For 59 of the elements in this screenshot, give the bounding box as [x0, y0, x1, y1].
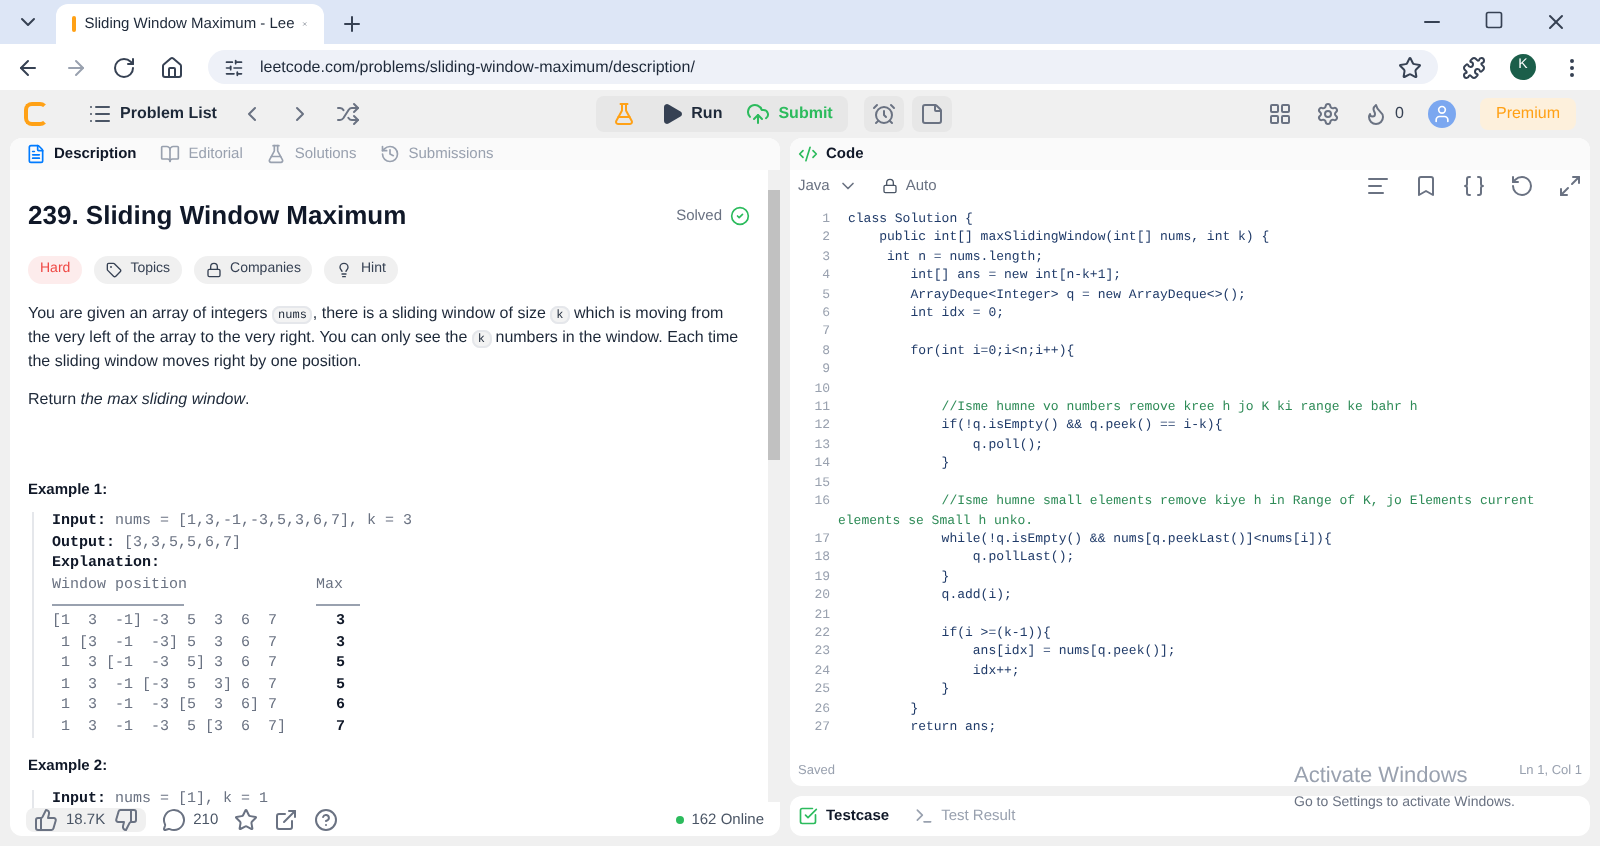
- history-icon: [380, 144, 401, 164]
- forward-arrow-icon: [64, 55, 88, 79]
- flame-icon: [1363, 102, 1388, 126]
- close-icon: [1544, 10, 1568, 34]
- thumbs-up-icon: [34, 807, 58, 831]
- book-icon: [160, 144, 181, 164]
- reload-icon: [112, 55, 136, 79]
- lock-icon: [881, 178, 898, 194]
- debug-icon: [611, 102, 636, 126]
- settings-icon: [1315, 102, 1340, 126]
- url-text: leetcode.com/problems/sliding-window-maximum/description/: [260, 55, 697, 79]
- flask-icon: [266, 144, 287, 164]
- cloud-upload-icon: [746, 102, 771, 126]
- comment-icon: [161, 807, 186, 831]
- thumbs-down-icon: [113, 807, 138, 831]
- run-button[interactable]: Run: [659, 102, 723, 126]
- timer-button[interactable]: [864, 96, 905, 132]
- user-avatar[interactable]: [1427, 100, 1456, 128]
- maximize-icon: [1484, 10, 1504, 30]
- streak-counter[interactable]: 0: [1363, 102, 1404, 126]
- user-icon: [1431, 104, 1452, 124]
- site-settings-icon: [224, 57, 244, 77]
- favorite-button[interactable]: [234, 807, 259, 831]
- check-circle-icon: [730, 205, 750, 226]
- new-tab-button[interactable]: [340, 12, 364, 36]
- problem-title: 239. Sliding Window Maximum: [28, 198, 407, 234]
- layout-icon: [1267, 102, 1292, 126]
- play-icon: [659, 102, 684, 126]
- reset-icon: [1510, 174, 1534, 198]
- code-icon: [798, 144, 818, 164]
- tag-icon: [106, 261, 123, 278]
- star-icon: [234, 807, 259, 831]
- braces-icon: [1462, 174, 1486, 198]
- share-button[interactable]: [274, 807, 299, 831]
- plus-icon: [340, 12, 364, 36]
- share-icon: [274, 807, 299, 831]
- checkbox-icon: [798, 806, 818, 826]
- shuffle-icon: [336, 102, 361, 126]
- alarm-clock-icon: [872, 102, 897, 126]
- document-icon: [26, 144, 46, 164]
- star-icon: [1398, 55, 1422, 79]
- puzzle-icon: [1462, 55, 1486, 79]
- back-arrow-icon: [16, 55, 40, 79]
- help-button[interactable]: [314, 807, 339, 831]
- lock-icon: [206, 261, 223, 278]
- format-icon: [1366, 174, 1390, 198]
- lightbulb-icon: [336, 261, 353, 278]
- home-icon: [160, 55, 184, 79]
- problem-list-button[interactable]: Problem List: [88, 102, 217, 126]
- activation-notice-title: Activate Windows: [1294, 762, 1470, 792]
- expand-icon: [1558, 174, 1582, 198]
- note-icon: [920, 102, 945, 126]
- tab-favicon-icon: [72, 16, 77, 32]
- return-text: Return the max sliding window.: [28, 388, 252, 412]
- notes-button[interactable]: [912, 96, 953, 132]
- address-bar[interactable]: leetcode.com/problems/sliding-window-maximum/description/: [208, 50, 1438, 84]
- help-icon: [314, 807, 339, 831]
- terminal-icon: [913, 806, 934, 826]
- bookmark-icon: [1414, 174, 1438, 198]
